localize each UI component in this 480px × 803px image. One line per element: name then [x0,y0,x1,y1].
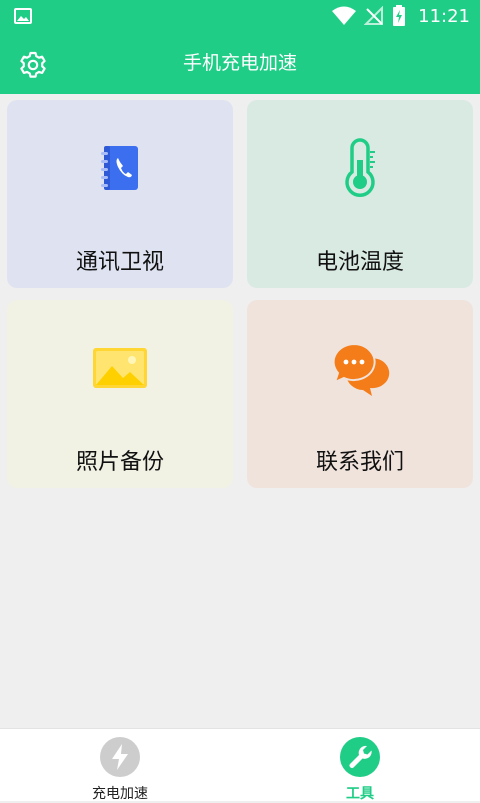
card-label: 照片备份 [75,450,164,475]
card-contacts-guard[interactable]: 通讯卫视 [7,100,233,288]
nav-label: 工具 [346,786,374,802]
card-contact-us[interactable]: 联系我们 [247,300,473,488]
thermometer-icon [345,138,375,197]
no-signal-icon [364,6,384,25]
status-bar: 11:21 [0,0,480,32]
card-label: 通讯卫视 [75,250,164,275]
card-label: 联系我们 [315,450,404,475]
card-label: 电池温度 [315,250,404,275]
nav-label: 充电加速 [92,786,148,802]
nav-item-tools[interactable]: 工具 [300,729,420,802]
contacts-book-icon [101,146,138,190]
lightning-icon [100,737,140,777]
bottom-navigation: 充电加速 工具 [0,728,480,802]
card-photo-backup[interactable]: 照片备份 [7,300,233,488]
chat-bubbles-icon [332,342,390,396]
page-title: 手机充电加速 [182,52,297,74]
card-battery-temperature[interactable]: 电池温度 [247,100,473,288]
settings-gear-icon[interactable] [18,50,48,80]
image-notification-icon [14,8,32,24]
nav-item-charge-boost[interactable]: 充电加速 [60,729,180,802]
app-bar: 手机充电加速 [0,32,480,94]
wifi-icon [332,6,357,25]
battery-charging-icon [393,5,406,26]
wrench-icon [340,737,380,777]
photo-icon [93,348,147,388]
status-time: 11:21 [418,5,470,27]
